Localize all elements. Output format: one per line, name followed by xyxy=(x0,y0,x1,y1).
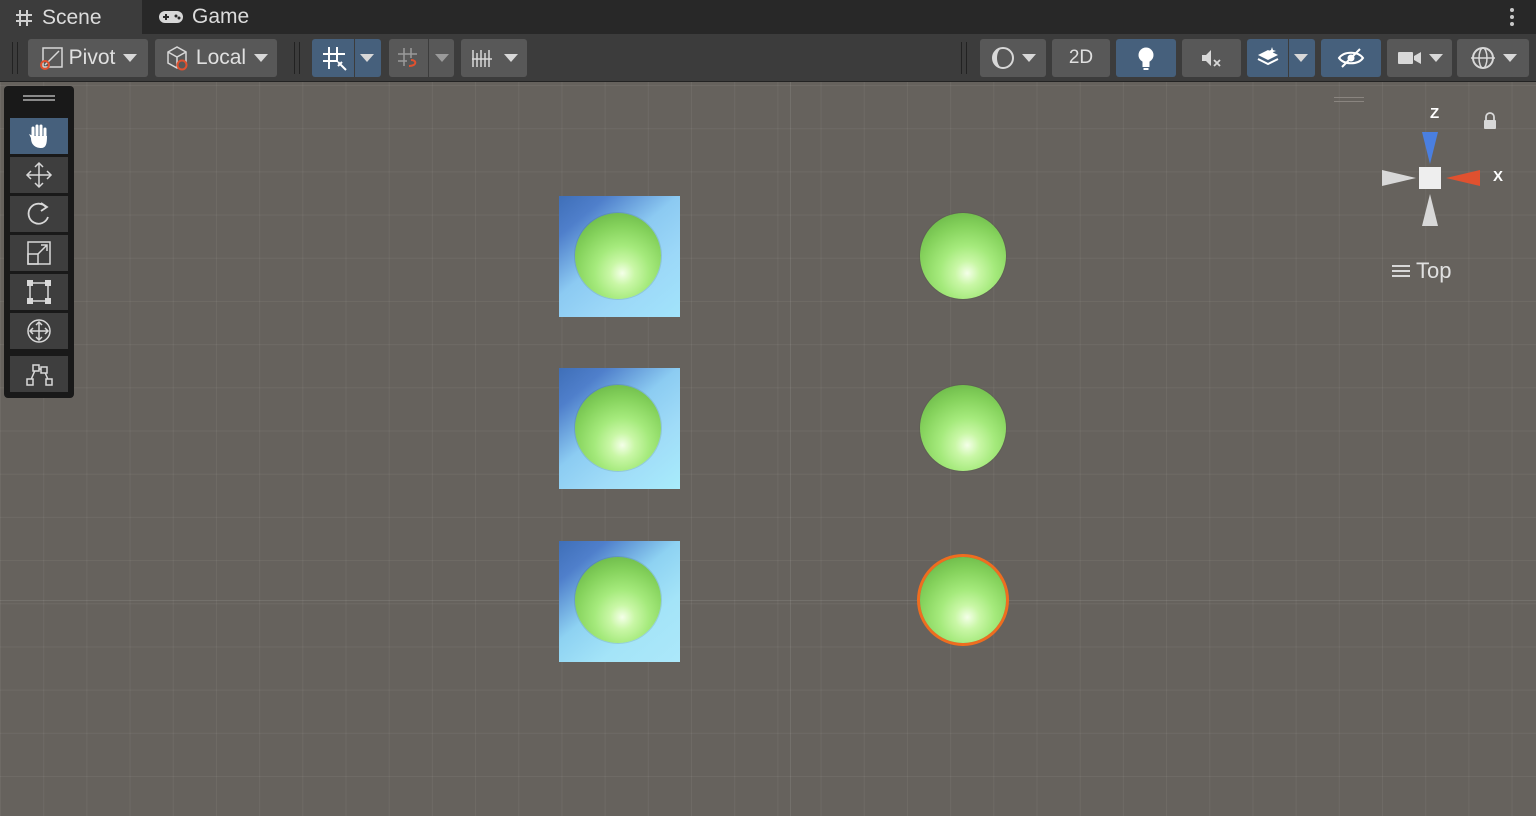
pivot-dropdown[interactable]: Pivot xyxy=(28,39,148,77)
local-cube-icon xyxy=(167,46,188,71)
chevron-down-icon xyxy=(1022,54,1036,62)
rect-transform-icon xyxy=(27,280,51,304)
increment-snap-toggle[interactable] xyxy=(389,39,454,77)
chevron-down-icon[interactable] xyxy=(1294,54,1308,62)
scene-toolbar: Pivot Local 2D xyxy=(0,34,1536,82)
tab-scene-label: Scene xyxy=(42,6,102,29)
toolbar-grip[interactable] xyxy=(961,42,967,74)
hand-tool-button[interactable] xyxy=(10,118,68,154)
gizmos-dropdown[interactable] xyxy=(1457,39,1529,77)
orientation-gizmo-icon[interactable] xyxy=(1378,126,1484,230)
chevron-down-icon[interactable] xyxy=(359,54,374,62)
toggle-2d-label: 2D xyxy=(1068,47,1094,68)
shaded-sphere-icon xyxy=(992,47,1014,69)
scale-tool-button[interactable] xyxy=(10,235,68,271)
gamepad-icon xyxy=(159,11,183,23)
audio-muted-icon xyxy=(1201,50,1221,67)
move-tool-button[interactable] xyxy=(10,157,68,193)
chevron-down-icon xyxy=(1503,54,1517,62)
view-orientation-label: Top xyxy=(1416,258,1452,283)
grid-axis-line xyxy=(0,600,1536,601)
space-label: Local xyxy=(195,46,247,69)
scene-lighting-toggle[interactable] xyxy=(1116,39,1176,77)
sphere-object[interactable] xyxy=(575,557,661,643)
camera-icon xyxy=(1397,52,1421,64)
sphere-object[interactable] xyxy=(575,213,661,299)
gizmo-globe-icon xyxy=(1471,47,1495,69)
custom-tool-button[interactable] xyxy=(10,356,68,392)
grid-snapping-toggle[interactable] xyxy=(312,39,381,77)
shading-mode-dropdown[interactable] xyxy=(980,39,1046,77)
increment-snap-icon xyxy=(397,48,417,67)
sphere-object[interactable] xyxy=(920,213,1006,299)
grid-visibility-dropdown[interactable] xyxy=(461,39,527,77)
hamburger-icon xyxy=(1392,265,1410,277)
overlay-drag-handle[interactable] xyxy=(23,95,55,101)
sphere-object[interactable] xyxy=(575,385,661,471)
scene-audio-toggle[interactable] xyxy=(1182,39,1241,77)
grid-hash-icon xyxy=(16,10,32,26)
scale-icon xyxy=(27,241,51,265)
pivot-label: Pivot xyxy=(68,46,116,69)
effects-dropdown[interactable] xyxy=(1247,39,1315,77)
tab-game[interactable]: Game xyxy=(156,0,249,34)
gizmo-z-label: Z xyxy=(1430,105,1440,122)
chevron-down-icon xyxy=(123,54,138,62)
eye-hidden-icon xyxy=(1337,48,1365,68)
scene-camera-dropdown[interactable] xyxy=(1387,39,1452,77)
custom-editor-tool-icon xyxy=(26,364,53,386)
tab-scene[interactable]: Scene xyxy=(0,0,142,34)
toolbar-grip[interactable] xyxy=(294,42,300,74)
pivot-icon xyxy=(39,47,63,70)
chevron-down-icon[interactable] xyxy=(434,54,449,62)
view-orientation-toggle[interactable]: Top xyxy=(1392,258,1451,284)
window-tab-bar: Scene Game xyxy=(0,0,1536,34)
more-options-icon[interactable] xyxy=(1510,8,1514,26)
segment-divider xyxy=(1288,39,1289,77)
ruler-grid-icon xyxy=(472,50,492,67)
hand-icon xyxy=(29,124,47,148)
sphere-object-selected[interactable] xyxy=(920,557,1006,643)
lock-icon[interactable] xyxy=(1482,112,1498,130)
rotate-tool-button[interactable] xyxy=(10,196,68,232)
grid-axis-line xyxy=(790,82,791,816)
segment-divider xyxy=(428,39,429,77)
rect-tool-button[interactable] xyxy=(10,274,68,310)
tab-game-label: Game xyxy=(192,5,250,28)
segment-divider xyxy=(354,39,355,77)
space-dropdown[interactable]: Local xyxy=(155,39,277,77)
rotate-icon xyxy=(27,202,49,225)
chevron-down-icon xyxy=(254,54,269,62)
scene-visibility-toggle[interactable] xyxy=(1321,39,1381,77)
chevron-down-icon xyxy=(1428,54,1443,62)
effects-layers-icon xyxy=(1257,47,1279,66)
transform-tool-button[interactable] xyxy=(10,313,68,349)
tools-overlay xyxy=(4,86,74,398)
transform-icon xyxy=(27,319,51,343)
toolbar-grip[interactable] xyxy=(12,42,18,74)
move-arrows-icon xyxy=(25,161,53,189)
gizmo-x-label: X xyxy=(1493,168,1504,185)
toggle-2d-button[interactable]: 2D xyxy=(1052,39,1110,77)
grid-snap-icon xyxy=(322,47,347,71)
lightbulb-icon xyxy=(1138,47,1154,70)
sphere-object[interactable] xyxy=(920,385,1006,471)
scene-viewport[interactable]: Z X Top xyxy=(0,82,1536,816)
overlay-drag-handle[interactable] xyxy=(1334,97,1364,102)
chevron-down-icon xyxy=(504,54,518,62)
